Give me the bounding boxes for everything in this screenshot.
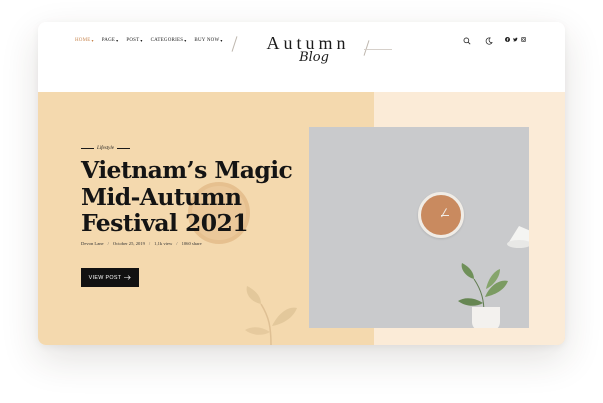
post-date: October 25, 2019 bbox=[112, 241, 145, 246]
twitter-icon[interactable] bbox=[513, 37, 518, 42]
view-post-button[interactable]: VIEW POST bbox=[81, 268, 139, 287]
nav-item-post[interactable]: POST ▾ bbox=[126, 38, 142, 43]
nav-item-label: HOME bbox=[75, 38, 91, 43]
nav-item-label: CATEGORIES bbox=[150, 38, 184, 43]
meta-separator: / bbox=[148, 241, 151, 246]
site-logo[interactable]: Autumn Blog bbox=[248, 34, 368, 65]
post-title-line: Mid-Autumn bbox=[81, 182, 242, 211]
divider bbox=[364, 49, 392, 50]
background-plant-image bbox=[245, 286, 297, 345]
search-icon[interactable] bbox=[462, 36, 472, 46]
post-title-line: Vietnam’s Magic bbox=[81, 156, 293, 184]
plant-image bbox=[458, 263, 508, 313]
divider bbox=[81, 148, 94, 149]
clock-image bbox=[418, 192, 464, 238]
lamp-image bbox=[507, 226, 529, 248]
post-meta: Devon Lane / October 25, 2019 / 1,1k vie… bbox=[81, 241, 202, 246]
instagram-icon[interactable] bbox=[521, 37, 526, 42]
page-frame: HOME ▾ PAGE ▾ POST ▾ CATEGORIES ▾ BUY NO… bbox=[38, 22, 565, 345]
meta-separator: / bbox=[107, 241, 109, 246]
chevron-down-icon: ▾ bbox=[140, 38, 143, 43]
chevron-down-icon: ▾ bbox=[116, 38, 119, 43]
chevron-down-icon: ▾ bbox=[220, 38, 223, 43]
featured-image[interactable] bbox=[309, 127, 529, 328]
moon-icon[interactable] bbox=[484, 36, 494, 46]
main-nav: HOME ▾ PAGE ▾ POST ▾ CATEGORIES ▾ BUY NO… bbox=[75, 38, 223, 43]
facebook-icon[interactable] bbox=[505, 37, 510, 42]
vase-image bbox=[472, 307, 500, 328]
header-tools bbox=[462, 36, 494, 46]
category-label-row: Lifestyle bbox=[81, 146, 130, 151]
clock-hand bbox=[441, 215, 449, 216]
nav-item-page[interactable]: PAGE ▾ bbox=[102, 38, 119, 43]
chevron-down-icon: ▾ bbox=[91, 38, 94, 43]
post-category[interactable]: Lifestyle bbox=[97, 146, 114, 151]
post-views: 1,1k view bbox=[154, 241, 173, 246]
chevron-down-icon: ▾ bbox=[184, 38, 187, 43]
hero-section: Lifestyle Vietnam’s Magic Mid-Autumn Fes… bbox=[38, 92, 565, 345]
nav-item-label: POST bbox=[126, 38, 140, 43]
view-post-button-label: VIEW POST bbox=[88, 274, 122, 281]
social-links bbox=[505, 37, 526, 42]
divider bbox=[231, 36, 238, 52]
nav-item-label: BUY NOW bbox=[194, 38, 220, 43]
nav-item-categories[interactable]: CATEGORIES ▾ bbox=[151, 38, 187, 43]
nav-item-buy-now[interactable]: BUY NOW ▾ bbox=[194, 38, 222, 43]
nav-item-home[interactable]: HOME ▾ bbox=[75, 38, 94, 43]
divider bbox=[116, 148, 130, 149]
post-author[interactable]: Devon Lane bbox=[81, 241, 104, 246]
meta-separator: / bbox=[176, 241, 178, 246]
post-title-line: Festival 2021 bbox=[81, 209, 249, 237]
site-header: HOME ▾ PAGE ▾ POST ▾ CATEGORIES ▾ BUY NO… bbox=[38, 22, 565, 92]
post-shares: 1060 share bbox=[181, 241, 202, 246]
nav-item-label: PAGE bbox=[101, 38, 116, 43]
arrow-right-icon bbox=[124, 275, 132, 280]
post-title[interactable]: Vietnam’s Magic Mid-Autumn Festival 2021 bbox=[81, 157, 311, 237]
